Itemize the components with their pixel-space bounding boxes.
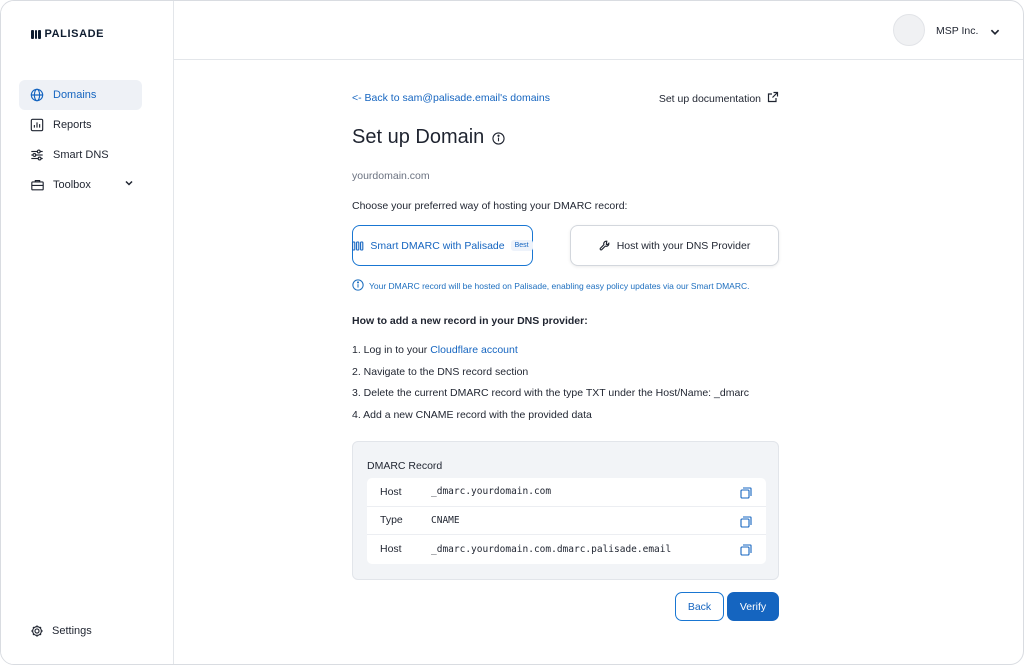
table-row: Host _dmarc.yourdomain.com bbox=[367, 478, 766, 507]
briefcase-icon bbox=[29, 177, 45, 193]
info-icon bbox=[352, 279, 364, 293]
palisade-logo[interactable]: PALISADE bbox=[31, 28, 104, 40]
sidebar-item-reports[interactable]: Reports bbox=[19, 110, 142, 140]
hint-text: Your DMARC record will be hosted on Pali… bbox=[369, 281, 750, 291]
gear-icon bbox=[29, 623, 45, 639]
doc-link-label: Set up documentation bbox=[658, 92, 761, 105]
record-title: DMARC Record bbox=[367, 460, 443, 472]
table-row: Host _dmarc.yourdomain.com.dmarc.palisad… bbox=[367, 535, 766, 564]
sidebar-item-label: Smart DNS bbox=[53, 149, 109, 161]
hosting-choice-label: Choose your preferred way of hosting you… bbox=[352, 200, 628, 212]
record-table: Host _dmarc.yourdomain.com Type CNAME Ho… bbox=[367, 478, 766, 564]
logo-mark-icon bbox=[31, 29, 41, 39]
sidebar-item-domains[interactable]: Domains bbox=[19, 80, 142, 110]
sidebar-item-smart-dns[interactable]: Smart DNS bbox=[19, 140, 142, 170]
domain-name: yourdomain.com bbox=[352, 170, 430, 182]
record-key: Type bbox=[380, 514, 403, 527]
external-link-icon bbox=[767, 91, 779, 106]
step-text: 1. Log in to your bbox=[352, 344, 431, 356]
best-badge: Best bbox=[510, 240, 533, 251]
setup-documentation-link[interactable]: Set up documentation bbox=[659, 91, 779, 106]
top-bar: MSP Inc. bbox=[174, 1, 1023, 60]
chevron-down-icon[interactable] bbox=[124, 178, 134, 191]
copy-icon[interactable] bbox=[740, 543, 752, 561]
app-window: PALISADE Domains Reports Smart DNS Toolb… bbox=[0, 0, 1024, 665]
steps-list: 1. Log in to your Cloudflare account 2. … bbox=[352, 344, 749, 431]
globe-icon bbox=[29, 87, 45, 103]
hosting-hint: Your DMARC record will be hosted on Pali… bbox=[352, 279, 749, 293]
record-value[interactable]: _dmarc.yourdomain.com.dmarc.palisade.ema… bbox=[431, 544, 671, 555]
copy-icon[interactable] bbox=[740, 486, 752, 504]
list-item: 1. Log in to your Cloudflare account bbox=[352, 344, 749, 366]
list-item: 4. Add a new CNAME record with the provi… bbox=[352, 409, 592, 422]
record-key: Host bbox=[380, 543, 402, 556]
dmarc-record-panel: DMARC Record Host _dmarc.yourdomain.com … bbox=[352, 441, 779, 580]
back-button[interactable]: Back bbox=[675, 592, 724, 621]
smart-dmarc-label: Smart DMARC with Palisade bbox=[370, 239, 505, 252]
org-name[interactable]: MSP Inc. bbox=[936, 25, 978, 37]
logo-text: PALISADE bbox=[44, 28, 105, 40]
smart-dmarc-option[interactable]: Smart DMARC with Palisade Best bbox=[352, 225, 533, 266]
record-key: Host bbox=[380, 485, 402, 498]
settings-label: Settings bbox=[52, 625, 92, 637]
sidebar-item-label: Domains bbox=[53, 89, 97, 101]
sidebar: PALISADE Domains Reports Smart DNS Toolb… bbox=[1, 1, 174, 664]
dns-provider-label: Host with your DNS Provider bbox=[616, 239, 751, 252]
info-icon[interactable] bbox=[492, 132, 505, 150]
copy-icon[interactable] bbox=[740, 515, 752, 533]
wrench-icon bbox=[599, 240, 611, 252]
table-row: Type CNAME bbox=[367, 507, 766, 535]
howto-title: How to add a new record in your DNS prov… bbox=[352, 315, 588, 327]
dns-provider-option[interactable]: Host with your DNS Provider bbox=[570, 225, 779, 266]
cloudflare-account-link[interactable]: Cloudflare account bbox=[430, 344, 518, 356]
palisade-bars-icon bbox=[352, 240, 364, 251]
chevron-down-icon[interactable] bbox=[989, 25, 1001, 43]
sliders-icon bbox=[29, 147, 45, 163]
page-title: Set up Domain bbox=[352, 126, 485, 148]
avatar[interactable] bbox=[893, 14, 925, 46]
sidebar-item-label: Toolbox bbox=[53, 179, 91, 191]
sidebar-item-toolbox[interactable]: Toolbox bbox=[19, 170, 142, 200]
list-item: 2. Navigate to the DNS record section bbox=[352, 365, 529, 378]
list-item: 3. Delete the current DMARC record with … bbox=[352, 387, 750, 400]
verify-button[interactable]: Verify bbox=[727, 592, 779, 621]
sidebar-nav: Domains Reports Smart DNS Toolbox bbox=[19, 80, 142, 200]
back-to-domains-link[interactable]: <- Back to sam@palisade.email's domains bbox=[352, 92, 550, 104]
record-value[interactable]: _dmarc.yourdomain.com bbox=[431, 486, 551, 497]
sidebar-item-settings[interactable]: Settings bbox=[29, 623, 92, 639]
bar-chart-icon bbox=[29, 117, 45, 133]
sidebar-item-label: Reports bbox=[53, 119, 92, 131]
record-value[interactable]: CNAME bbox=[431, 515, 460, 526]
